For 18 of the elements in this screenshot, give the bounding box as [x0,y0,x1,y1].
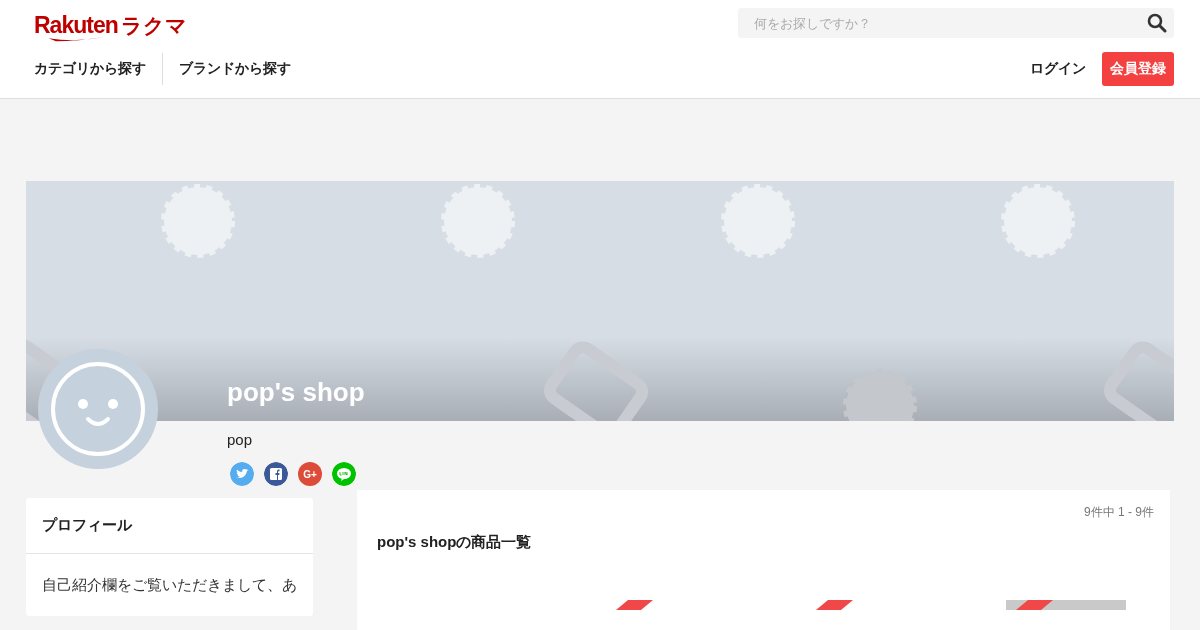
facebook-icon[interactable] [264,462,288,486]
item-count: 9件中 1 - 9件 [1082,504,1154,521]
products-title: pop's shopの商品一覧 [377,533,533,552]
ribbon-icon [816,600,853,610]
avatar-icon [38,349,158,469]
owner-name: pop [227,431,254,448]
ribbon-icon [616,600,653,610]
login-link[interactable]: ログイン [1030,60,1086,78]
search-field[interactable]: 何をお探しですか？ [738,8,1174,38]
profile-text: 自己紹介欄をご覧いただきまして、あ [41,575,298,595]
profile-title: プロフィール [26,498,313,554]
googleplus-icon[interactable]: G+ [298,462,322,486]
shop-name: pop's shop [227,377,365,408]
logo[interactable]: Rakuten ラクマ [34,8,187,42]
register-button[interactable]: 会員登録 [1102,52,1174,86]
nav-link[interactable]: ブランドから探す [179,54,291,84]
search-icon[interactable] [1147,13,1167,33]
nav-link[interactable]: カテゴリから探す [34,54,146,84]
